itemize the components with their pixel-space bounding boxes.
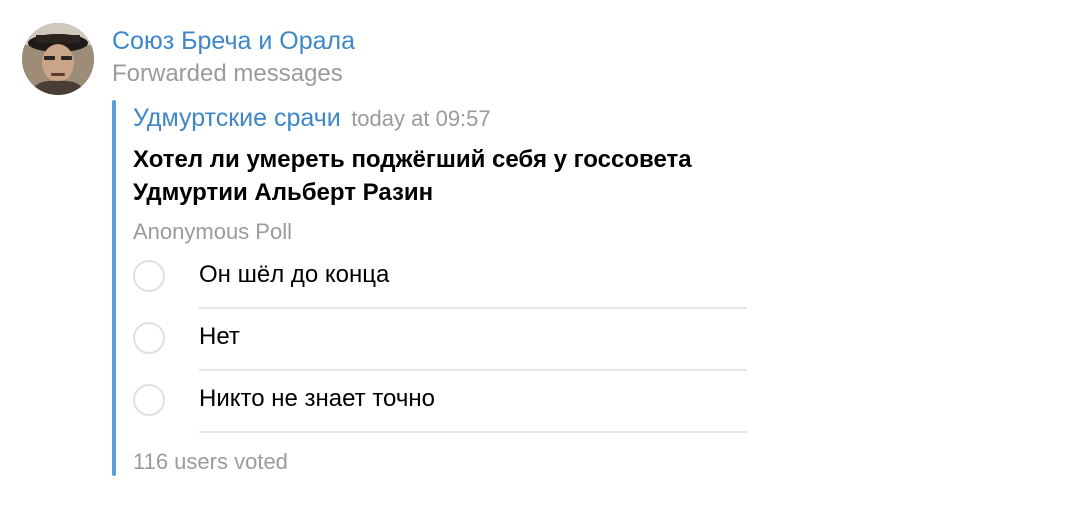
poll-question: Хотел ли умереть поджёгший себя у госсов… <box>133 146 692 206</box>
radio-button[interactable] <box>133 322 165 354</box>
forward-header: Удмуртские срачи today at 09:57 <box>133 104 491 133</box>
radio-button[interactable] <box>133 260 165 292</box>
forward-timestamp: today at 09:57 <box>351 106 491 131</box>
avatar-photo <box>22 23 94 95</box>
poll-option[interactable]: Никто не знает точно <box>133 371 747 433</box>
poll-option[interactable]: Он шёл до конца <box>133 247 747 309</box>
forwarded-label: Forwarded messages <box>112 60 343 87</box>
poll-option[interactable]: Нет <box>133 309 747 371</box>
poll-type-label: Anonymous Poll <box>133 219 292 244</box>
option-divider <box>199 431 747 433</box>
avatar[interactable] <box>22 23 94 95</box>
sender-name[interactable]: Союз Бреча и Орала <box>112 27 355 56</box>
poll-option-label: Нет <box>199 323 240 350</box>
forward-source-name[interactable]: Удмуртские срачи <box>133 104 341 132</box>
message-container: Союз Бреча и Орала Forwarded messages Уд… <box>0 0 1066 524</box>
poll-option-label: Он шёл до конца <box>199 261 390 288</box>
radio-button[interactable] <box>133 384 165 416</box>
forward-accent-bar <box>112 100 116 476</box>
poll-option-label: Никто не знает точно <box>199 385 435 412</box>
poll-vote-count: 116 users voted <box>133 449 288 474</box>
